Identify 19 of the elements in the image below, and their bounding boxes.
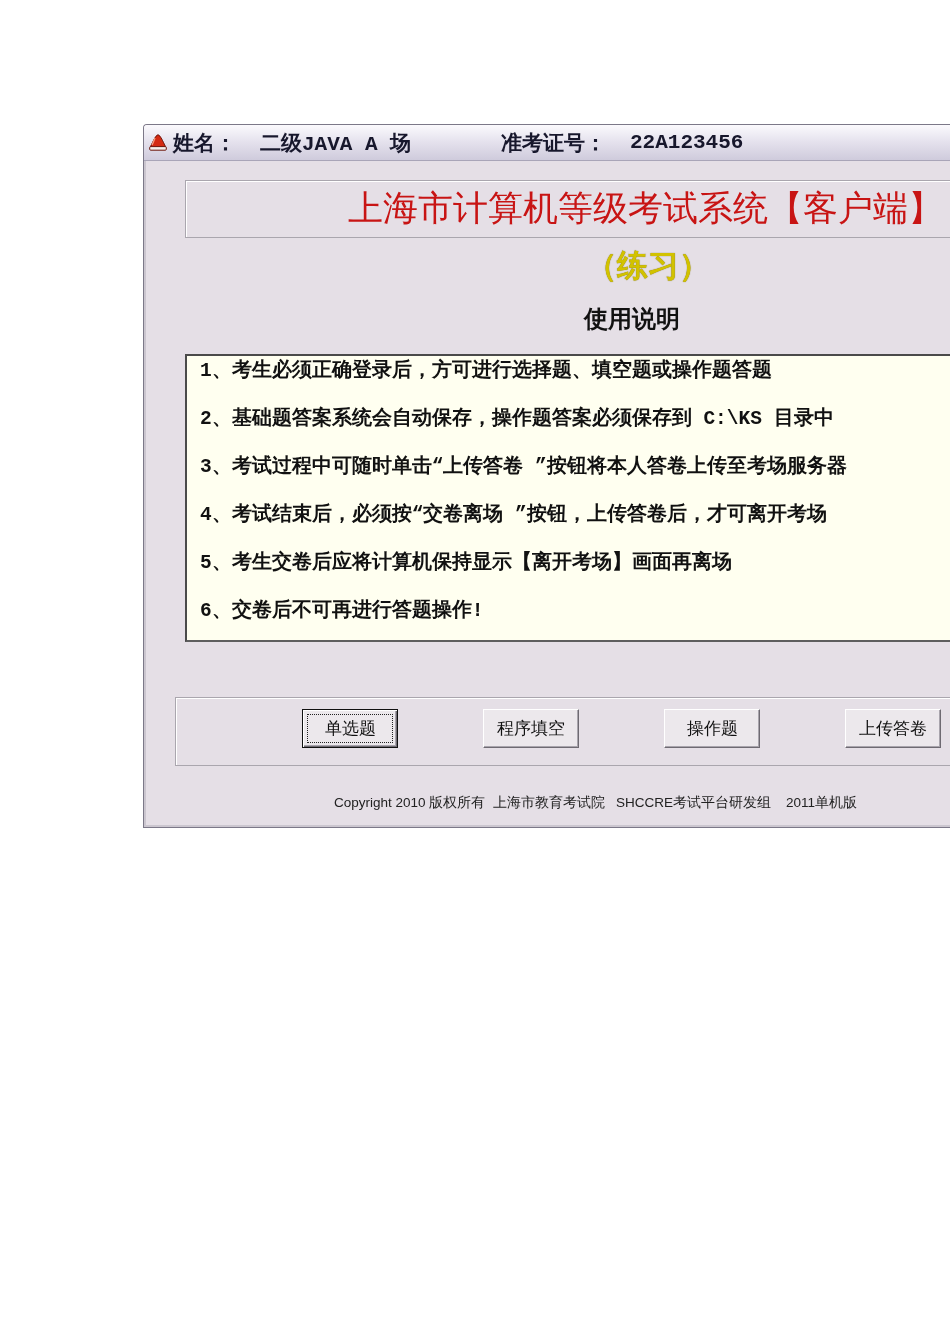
- instructions-heading: 使用说明: [584, 305, 680, 334]
- copyright-text: Copyright 2010 版权所有 上海市教育考试院 SHCCRE考试平台研发组 2011单机版: [334, 795, 858, 811]
- field-value: 二级JAVA A 场: [260, 131, 412, 157]
- instruction-text: 6、交卷后不可再进行答题操作!: [200, 597, 485, 624]
- action-button[interactable]: 单选题: [302, 709, 398, 748]
- mode-label: （练习）: [586, 248, 710, 284]
- instruction-text: 3、考试过程中可随时单击“上传答卷 ”按钮将本人答卷上传至考场服务器: [200, 454, 848, 480]
- instruction-text: 4、考试结束后，必须按“交卷离场 ”按钮，上传答卷后，才可离开考场: [200, 501, 828, 528]
- field-value: 22A123456: [630, 131, 744, 154]
- system-title: 上海市计算机等级考试系统【客户端】: [348, 188, 943, 230]
- field-label: 姓名：: [173, 131, 236, 157]
- instruction-text: 2、基础题答案系统会自动保存，操作题答案必须保存到 C:\KS 目录中: [200, 405, 835, 432]
- instruction-text: 1、考生必须正确登录后，方可进行选择题、填空题或操作题答题: [200, 357, 773, 384]
- action-button[interactable]: 程序填空: [483, 709, 579, 748]
- field-label: 准考证号：: [501, 131, 606, 157]
- action-button[interactable]: 上传答卷: [845, 709, 941, 748]
- action-button[interactable]: 操作题: [664, 709, 760, 748]
- hat-icon: [149, 134, 167, 151]
- instruction-text: 5、考生交卷后应将计算机保持显示【离开考场】画面再离场: [200, 549, 733, 576]
